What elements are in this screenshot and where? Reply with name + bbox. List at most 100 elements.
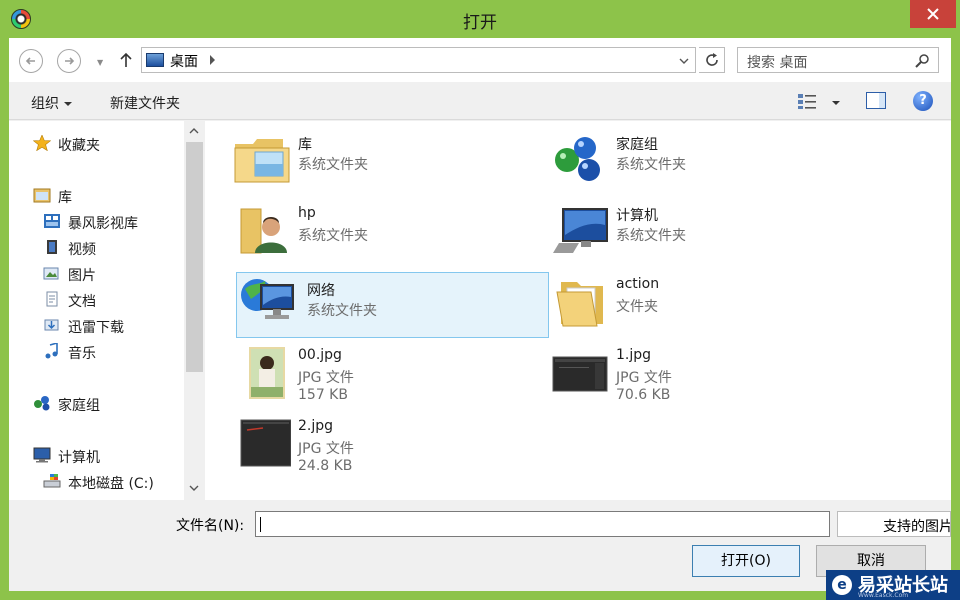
file-tile[interactable]: 2.jpg JPG 文件 24.8 KB [227, 410, 540, 476]
sidebar-item-favorites[interactable]: 收藏夹 [58, 135, 100, 155]
scrollbar-thumb[interactable] [186, 142, 203, 372]
file-type-filter-value: 支持的图片 [883, 519, 951, 535]
homegroup-icon [34, 396, 50, 411]
file-name: hp [298, 205, 316, 221]
chevron-down-icon[interactable] [679, 57, 689, 65]
navigation-pane: 收藏夹 库 暴风影视库 视频 图片 文档 迅雷下载 音乐 家庭组 计算机 本地磁… [9, 121, 205, 500]
computer-icon [33, 447, 51, 463]
back-button[interactable] [19, 49, 43, 73]
address-path[interactable]: 桌面 [170, 51, 198, 71]
chevron-down-icon [64, 102, 72, 106]
file-type: JPG 文件 [616, 370, 672, 386]
close-button[interactable] [910, 0, 956, 28]
videos-icon [47, 240, 57, 254]
search-input[interactable]: 搜索 桌面 [737, 47, 939, 73]
file-list-pane: 库 系统文件夹 家庭组 系统文件夹 hp 系统文件夹 计算机 系统文件夹 网络 … [205, 121, 951, 500]
file-tile[interactable]: hp 系统文件夹 [227, 197, 540, 263]
file-tile[interactable]: 计算机 系统文件夹 [545, 197, 858, 263]
text-cursor [260, 517, 261, 532]
file-type: 系统文件夹 [616, 157, 686, 173]
up-arrow-icon[interactable] [117, 51, 135, 69]
watermark-url: Www.Easck.Com [858, 592, 909, 599]
jpg-thumbnail-icon [249, 347, 285, 399]
library-icon [33, 188, 51, 203]
forward-button[interactable] [57, 49, 81, 73]
file-tile-selected[interactable]: 网络 系统文件夹 [236, 272, 549, 338]
sidebar-item-computer[interactable]: 计算机 [58, 447, 100, 467]
sidebar-item-lib-3[interactable]: 文档 [68, 291, 96, 311]
view-options-icon[interactable] [797, 92, 817, 110]
user-folder-icon [240, 208, 287, 254]
file-tile[interactable]: 1.jpg JPG 文件 70.6 KB [545, 339, 858, 405]
filename-input[interactable] [255, 511, 830, 537]
network-icon [241, 279, 294, 319]
address-bar[interactable]: 桌面 [141, 47, 696, 73]
video-library-icon [44, 214, 60, 228]
file-type: 系统文件夹 [298, 157, 368, 173]
back-arrow-icon [25, 57, 35, 65]
new-folder-button[interactable]: 新建文件夹 [110, 93, 180, 113]
sidebar-item-drive-c[interactable]: 本地磁盘 (C:) [68, 473, 154, 493]
file-size: 24.8 KB [298, 458, 353, 474]
site-watermark: e 易采站长站 Www.Easck.Com [826, 570, 960, 600]
file-name: 库 [298, 137, 312, 153]
sidebar-item-lib-0[interactable]: 暴风影视库 [68, 213, 138, 233]
breadcrumb-chevron-icon[interactable] [210, 55, 215, 65]
jpg-thumbnail-icon [552, 356, 608, 392]
file-tile[interactable]: 库 系统文件夹 [227, 126, 540, 192]
folder-icon [556, 282, 603, 327]
organize-button[interactable]: 组织 [31, 93, 72, 113]
star-icon [33, 135, 51, 151]
sidebar-item-libraries[interactable]: 库 [58, 187, 72, 207]
sidebar-item-lib-5[interactable]: 音乐 [68, 343, 96, 363]
scroll-down-icon[interactable] [189, 484, 199, 492]
documents-icon [46, 291, 58, 307]
file-type: JPG 文件 [298, 441, 354, 457]
navigation-pane-scrollbar[interactable] [184, 121, 205, 500]
dialog-title: 打开 [463, 13, 497, 33]
sidebar-item-homegroup[interactable]: 家庭组 [58, 395, 100, 415]
search-placeholder: 搜索 桌面 [747, 55, 808, 71]
file-tile[interactable]: 家庭组 系统文件夹 [545, 126, 858, 192]
scroll-up-icon[interactable] [189, 127, 199, 135]
sidebar-item-lib-2[interactable]: 图片 [68, 265, 96, 285]
organize-label: 组织 [31, 96, 59, 112]
file-type: 文件夹 [616, 299, 658, 315]
dialog-footer: 文件名(N): 支持的图片 打开(O) 取消 [9, 500, 951, 591]
file-name: 网络 [307, 283, 335, 299]
search-icon[interactable] [914, 53, 930, 69]
file-type-filter-select[interactable]: 支持的图片 [837, 511, 951, 537]
navigation-bar: ▼ 桌面 搜索 桌面 [9, 38, 951, 82]
sidebar-item-lib-4[interactable]: 迅雷下载 [68, 317, 124, 337]
jpg-thumbnail-icon [240, 419, 291, 467]
file-tile[interactable]: action 文件夹 [545, 268, 858, 334]
open-button[interactable]: 打开(O) [692, 545, 800, 577]
sidebar-item-lib-1[interactable]: 视频 [68, 239, 96, 259]
help-icon[interactable]: ? [913, 91, 933, 111]
refresh-icon [705, 53, 718, 66]
file-tile[interactable]: 00.jpg JPG 文件 157 KB [227, 339, 540, 405]
preview-pane-icon[interactable] [866, 92, 886, 109]
refresh-button[interactable] [699, 47, 725, 73]
dialog-client-area: ▼ 桌面 搜索 桌面 组织 新建文件夹 ? 收藏夹 库 暴风影视库 视频 图片 … [9, 38, 951, 591]
recent-locations-dropdown[interactable]: ▼ [97, 58, 103, 67]
homegroup-icon [555, 137, 600, 181]
title-bar: 打开 [0, 0, 960, 38]
local-disk-icon [43, 474, 61, 488]
music-icon [45, 343, 58, 359]
computer-icon [553, 208, 608, 253]
downloads-icon [44, 319, 59, 331]
file-type: 系统文件夹 [298, 228, 368, 244]
file-type: 系统文件夹 [307, 303, 377, 319]
file-name: action [616, 276, 660, 292]
forward-arrow-icon [65, 57, 75, 65]
close-icon [927, 8, 939, 20]
file-type: JPG 文件 [298, 370, 354, 386]
view-dropdown-chevron-icon[interactable] [832, 101, 840, 105]
open-dialog-window: 打开 ▼ 桌面 搜索 桌面 组织 新建文件夹 ? 收藏夹 库 暴风影视库 视频 … [0, 0, 960, 600]
file-size: 70.6 KB [616, 387, 671, 403]
file-name: 2.jpg [298, 418, 334, 434]
file-name: 家庭组 [616, 137, 658, 153]
file-name: 00.jpg [298, 347, 342, 363]
pictures-icon [43, 267, 59, 280]
